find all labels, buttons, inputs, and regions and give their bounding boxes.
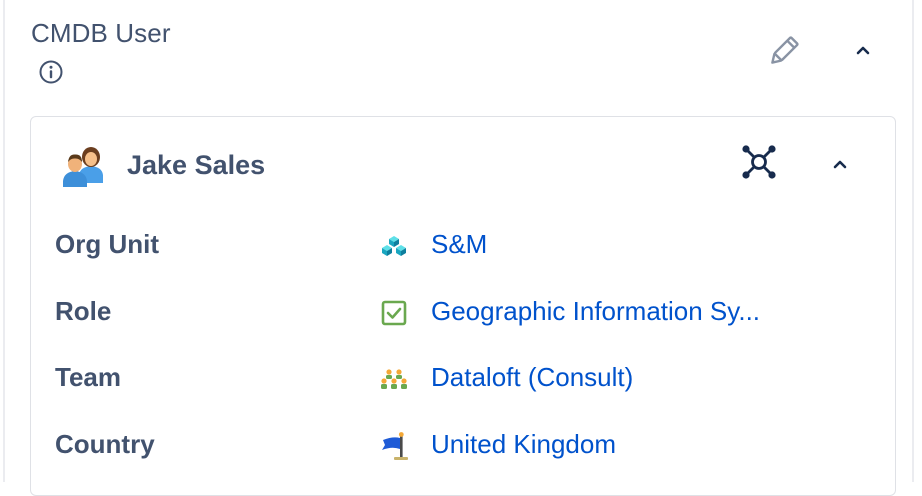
user-name: Jake Sales [127,150,266,180]
card-collapse-button[interactable] [822,148,858,184]
chevron-up-icon [853,40,873,65]
team-icon [379,364,409,394]
attribute-label: Country [55,429,155,459]
view-graph-button[interactable] [736,141,782,187]
cubes-icon [379,231,409,261]
user-card: Jake Sales Org Unit S&M Role Geographic … [30,116,896,496]
flag-icon [379,431,409,461]
attribute-row-role: Role Geographic Information Sy... [55,292,875,332]
pencil-icon [765,34,801,75]
team-link[interactable]: Dataloft (Consult) [431,362,633,393]
country-link[interactable]: United Kingdom [431,429,616,460]
people-icon [61,145,107,187]
org-unit-link[interactable]: S&M [431,229,487,260]
attribute-row-team: Team Dataloft (Consult) [55,358,875,398]
relationship-graph-icon [739,142,779,187]
cmdb-user-panel: CMDB User Jake Sales Org Unit S&M Role G… [3,0,914,496]
attribute-row-org-unit: Org Unit S&M [55,225,875,265]
checkbox-icon [379,298,409,328]
attribute-row-country: Country United Kingdom [55,425,875,465]
chevron-up-icon [830,154,850,179]
attribute-label: Role [55,296,112,326]
section-title: CMDB User [31,18,171,48]
edit-button[interactable] [762,34,804,74]
attribute-label: Org Unit [55,229,159,259]
info-circle-icon[interactable] [38,59,64,85]
attribute-label: Team [55,362,121,392]
role-link[interactable]: Geographic Information Sy... [431,296,760,327]
panel-collapse-button[interactable] [845,34,881,70]
